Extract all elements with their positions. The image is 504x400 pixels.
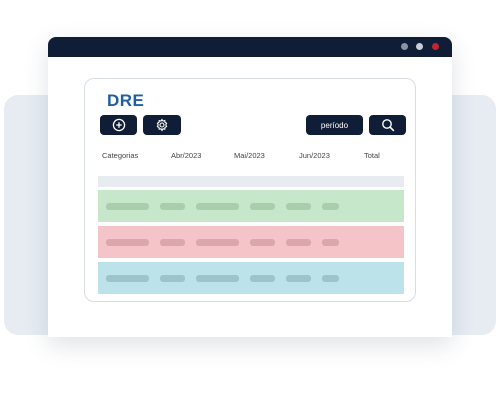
placeholder-cell [106, 275, 149, 282]
placeholder-cell [106, 239, 149, 246]
placeholder-cell [286, 203, 311, 210]
column-header: Abr/2023 [171, 151, 202, 160]
placeholder-cell [286, 275, 311, 282]
report-card: DRE período Categorias Abr/2023 Mai/2023… [84, 78, 416, 302]
title-bar [48, 37, 452, 57]
placeholder-cell [322, 275, 339, 282]
stage: DRE período Categorias Abr/2023 Mai/2023… [0, 0, 504, 400]
placeholder-cell [322, 203, 339, 210]
table-row[interactable] [98, 190, 404, 222]
gear-icon [156, 118, 168, 132]
placeholder-cell [250, 203, 275, 210]
placeholder-cell [196, 275, 239, 282]
settings-button[interactable] [143, 115, 181, 135]
close-button[interactable] [432, 43, 439, 50]
placeholder-cell [160, 275, 185, 282]
search-button[interactable] [369, 115, 406, 135]
search-icon [381, 119, 394, 132]
placeholder-cell [160, 239, 185, 246]
column-header: Total [364, 151, 380, 160]
column-header: Categorias [102, 151, 139, 160]
placeholder-cell [250, 275, 275, 282]
plus-circle-icon [112, 118, 125, 132]
table-row[interactable] [98, 226, 404, 258]
table-header-row [98, 176, 404, 187]
table-row[interactable] [98, 262, 404, 294]
page-title: DRE [107, 91, 145, 110]
minimize-button[interactable] [401, 43, 408, 50]
placeholder-cell [322, 239, 339, 246]
app-window: DRE período Categorias Abr/2023 Mai/2023… [48, 37, 452, 337]
placeholder-cell [286, 239, 311, 246]
period-button[interactable]: período [306, 115, 363, 135]
placeholder-cell [196, 203, 239, 210]
placeholder-cell [106, 203, 149, 210]
add-button[interactable] [100, 115, 137, 135]
column-header: Mai/2023 [234, 151, 265, 160]
placeholder-cell [250, 239, 275, 246]
column-header: Jun/2023 [299, 151, 330, 160]
placeholder-cell [160, 203, 185, 210]
placeholder-cell [196, 239, 239, 246]
maximize-button[interactable] [416, 43, 423, 50]
